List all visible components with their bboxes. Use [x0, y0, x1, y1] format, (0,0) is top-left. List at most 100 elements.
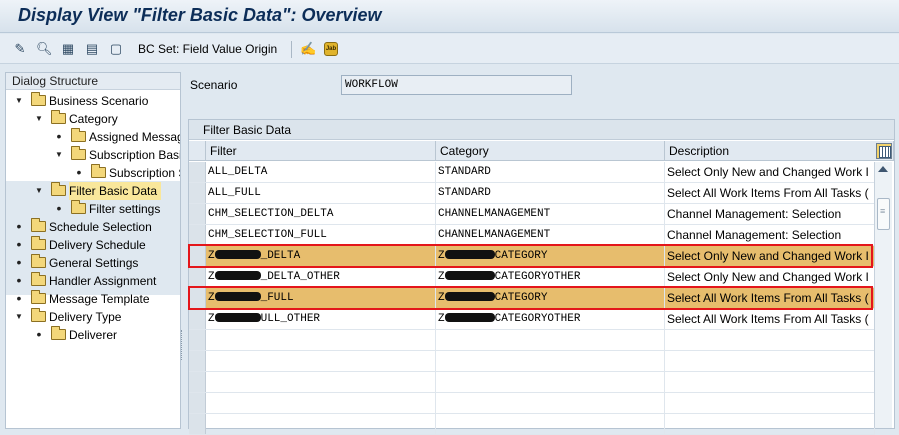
- row-selector[interactable]: [189, 204, 206, 224]
- cell-filter: [206, 414, 436, 434]
- tree-item[interactable]: • Subscription S: [6, 164, 180, 182]
- cell-filter: [206, 330, 436, 350]
- tree-item[interactable]: ▼ Business Scenario: [6, 92, 180, 110]
- bullet-icon: •: [56, 200, 62, 216]
- cell-category: CHANNELMANAGEMENT: [436, 225, 665, 245]
- folder-icon: [31, 254, 46, 268]
- folder-icon: [71, 146, 86, 160]
- expand-arrow-icon[interactable]: ▼: [14, 308, 24, 326]
- table-row[interactable]: CHM_SELECTION_DELTA CHANNELMANAGEMENT Chan…: [189, 204, 875, 225]
- table-row[interactable]: [189, 351, 875, 372]
- bullet-icon: •: [76, 164, 82, 180]
- tree-item-label: General Settings: [49, 256, 139, 270]
- cell-description: Channel Management: Selection: [665, 225, 875, 245]
- bullet-icon: •: [16, 218, 22, 234]
- cell-category: Z CATEGORYOTHER: [436, 309, 665, 329]
- tree-item[interactable]: • Delivery Schedule: [6, 236, 180, 254]
- cell-filter: [206, 393, 436, 413]
- tree-item-label: Message Template: [49, 292, 150, 306]
- row-selector[interactable]: [189, 225, 206, 245]
- table-row[interactable]: ALL_DELTA STANDARD Select Only New and Cha…: [189, 162, 875, 183]
- tree-item[interactable]: ▼ Category: [6, 110, 180, 128]
- expand-arrow-icon[interactable]: ▼: [54, 146, 64, 164]
- folder-icon: [31, 236, 46, 250]
- cell-description: Select Only New and Changed Work I: [665, 267, 875, 287]
- display-icon[interactable]: 🔍︎: [36, 41, 53, 57]
- cell-category: [436, 351, 665, 371]
- tree-item-label: Business Scenario: [49, 94, 149, 108]
- tree-item[interactable]: ▼ Subscription Basic: [6, 146, 180, 164]
- table-title: Filter Basic Data: [189, 120, 894, 140]
- splitter-handle[interactable]: [181, 330, 184, 360]
- pencil-glasses-icon[interactable]: ✎: [12, 41, 28, 57]
- table-row[interactable]: Z _DELTA_OTHER Z CATEGORYOTHER Select Only N…: [189, 267, 875, 288]
- row-selector[interactable]: [189, 267, 206, 287]
- table-row[interactable]: Z ULL_OTHER Z CATEGORYOTHER Select All Work …: [189, 309, 875, 330]
- cell-category: [436, 414, 665, 434]
- select-block-icon[interactable]: ▤: [84, 41, 100, 57]
- row-selector[interactable]: [189, 162, 206, 182]
- scroll-thumb[interactable]: [877, 198, 890, 230]
- vertical-scrollbar[interactable]: [874, 162, 892, 428]
- redaction-mark: [214, 270, 261, 280]
- table-row[interactable]: [189, 414, 875, 435]
- table-row[interactable]: [189, 330, 875, 351]
- tree-item[interactable]: • Schedule Selection: [6, 218, 180, 236]
- expand-arrow-icon[interactable]: ▼: [34, 182, 44, 200]
- select-all-icon[interactable]: ▦: [60, 41, 76, 57]
- tree-item[interactable]: • Deliverer: [6, 326, 180, 344]
- expand-arrow-icon[interactable]: ▼: [34, 110, 44, 128]
- table-row[interactable]: [189, 393, 875, 414]
- cell-description: [665, 414, 875, 434]
- row-selector[interactable]: [189, 330, 206, 350]
- tree-item[interactable]: ▼ Filter Basic Data: [6, 182, 180, 200]
- tree-item-label: Delivery Type: [49, 310, 122, 324]
- folder-icon: [31, 308, 46, 322]
- cell-description: Select All Work Items From All Tasks (: [665, 309, 875, 329]
- select-all-cell[interactable]: [189, 141, 206, 161]
- scenario-label: Scenario: [190, 78, 238, 92]
- row-selector[interactable]: [189, 414, 206, 434]
- table-settings-icon[interactable]: [876, 143, 892, 159]
- table-row[interactable]: CHM_SELECTION_FULL CHANNELMANAGEMENT Chann…: [189, 225, 875, 246]
- row-selector[interactable]: [189, 183, 206, 203]
- scroll-up-icon[interactable]: [878, 166, 888, 172]
- tree-item[interactable]: • Message Template: [6, 290, 180, 308]
- cell-filter: CHM_SELECTION_DELTA: [206, 204, 436, 224]
- cell-filter: Z _DELTA_OTHER: [206, 267, 436, 287]
- tree-item[interactable]: • Assigned Message: [6, 128, 180, 146]
- table-row[interactable]: ALL_FULL STANDARD Select All Work Items Fr…: [189, 183, 875, 204]
- cell-text-suffix: CATEGORYOTHER: [494, 313, 581, 325]
- tree-item[interactable]: • General Settings: [6, 254, 180, 272]
- row-selector[interactable]: [189, 309, 206, 329]
- cell-description: [665, 330, 875, 350]
- cell-category: [436, 330, 665, 350]
- tree-item[interactable]: • Filter settings: [6, 200, 180, 218]
- tree-item-label: Subscription S: [109, 166, 181, 180]
- tree-item[interactable]: ▼ Delivery Type: [6, 308, 180, 326]
- redaction-mark: [214, 312, 261, 322]
- column-header-description[interactable]: Description: [665, 141, 894, 161]
- tree-item-label: Filter Basic Data: [69, 182, 162, 200]
- row-selector[interactable]: [189, 351, 206, 371]
- row-selector[interactable]: [189, 372, 206, 392]
- bc-set-button[interactable]: BC Set: Field Value Origin: [138, 42, 277, 56]
- scenario-field[interactable]: WORKFLOW: [341, 75, 572, 95]
- column-header-filter[interactable]: Filter: [206, 141, 436, 161]
- jab-icon[interactable]: Jab: [324, 42, 338, 56]
- table-row[interactable]: [189, 372, 875, 393]
- row-selector[interactable]: [189, 393, 206, 413]
- cell-filter: Z ULL_OTHER: [206, 309, 436, 329]
- folder-icon: [51, 110, 66, 124]
- cell-description: [665, 372, 875, 392]
- bullet-icon: •: [16, 254, 22, 270]
- expand-arrow-icon[interactable]: ▼: [14, 92, 24, 110]
- deselect-icon[interactable]: ▢: [108, 41, 124, 57]
- cell-text-prefix: Z: [208, 313, 215, 325]
- folder-icon: [91, 164, 106, 178]
- folder-icon: [31, 272, 46, 286]
- tree-item[interactable]: • Handler Assignment: [6, 272, 180, 290]
- tree-item-label: Schedule Selection: [49, 220, 152, 234]
- column-header-category[interactable]: Category: [436, 141, 665, 161]
- bc-set-icon[interactable]: ✍: [300, 41, 316, 57]
